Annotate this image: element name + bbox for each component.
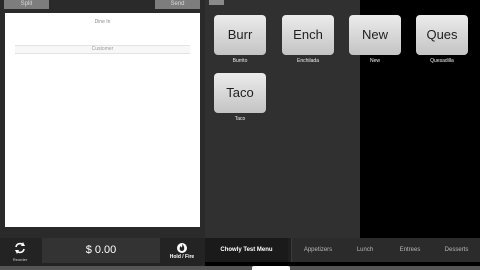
menu-item-burrito[interactable]: Burr Burrito bbox=[214, 15, 266, 64]
tab-entrees[interactable]: Entrees bbox=[387, 238, 433, 262]
tab-desserts[interactable]: Desserts bbox=[433, 238, 480, 262]
reorder-icon bbox=[15, 242, 25, 254]
customer-field[interactable]: Customer bbox=[15, 45, 190, 54]
home-indicator bbox=[252, 266, 290, 270]
bottom-strip-right bbox=[205, 266, 480, 270]
menu-item-taco[interactable]: Taco Taco bbox=[214, 73, 266, 122]
menu-item-label: Quesadilla bbox=[430, 58, 454, 64]
fire-icon bbox=[177, 243, 187, 253]
menu-item-tile[interactable]: Taco bbox=[214, 73, 266, 113]
hold-fire-label: Hold / Fire bbox=[169, 254, 195, 260]
menu-item-tile[interactable]: Ques bbox=[416, 15, 468, 55]
tab-divider bbox=[291, 238, 292, 262]
menu-item-tile[interactable]: New bbox=[349, 15, 401, 55]
menu-top-button[interactable] bbox=[209, 0, 224, 5]
ticket-panel: Split Send Dine In Customer bbox=[0, 0, 205, 270]
order-total: $ 0.00 bbox=[42, 238, 160, 263]
hold-fire-button[interactable]: Hold / Fire bbox=[162, 238, 202, 266]
tab-appetizers[interactable]: Appetizers bbox=[293, 238, 343, 262]
menu-item-quesadilla[interactable]: Ques Quesadilla bbox=[416, 15, 468, 64]
menu-item-tile[interactable]: Burr bbox=[214, 15, 266, 55]
tab-lunch[interactable]: Lunch bbox=[343, 238, 387, 262]
bottom-strip bbox=[0, 266, 205, 270]
menu-item-label: Enchilada bbox=[297, 58, 319, 64]
dine-in-label[interactable]: Dine In bbox=[5, 19, 200, 25]
menu-item-new[interactable]: New New bbox=[349, 15, 401, 64]
menu-item-label: Taco bbox=[234, 116, 246, 122]
menu-item-tile[interactable]: Ench bbox=[282, 15, 334, 55]
menu-item-label: Burrito bbox=[232, 58, 248, 64]
menu-tab-bar: Chowly Test Menu Appetizers Lunch Entree… bbox=[205, 238, 480, 262]
menu-item-label: New bbox=[369, 58, 380, 64]
menu-item-enchilada[interactable]: Ench Enchilada bbox=[282, 15, 334, 64]
order-ticket: Dine In Customer bbox=[5, 13, 200, 227]
reorder-label: Reorder bbox=[12, 257, 28, 262]
send-button[interactable]: Send bbox=[155, 0, 200, 9]
split-button[interactable]: Split bbox=[4, 0, 49, 9]
reorder-button[interactable]: Reorder bbox=[2, 238, 38, 266]
tab-chowly-test-menu[interactable]: Chowly Test Menu bbox=[205, 238, 288, 262]
